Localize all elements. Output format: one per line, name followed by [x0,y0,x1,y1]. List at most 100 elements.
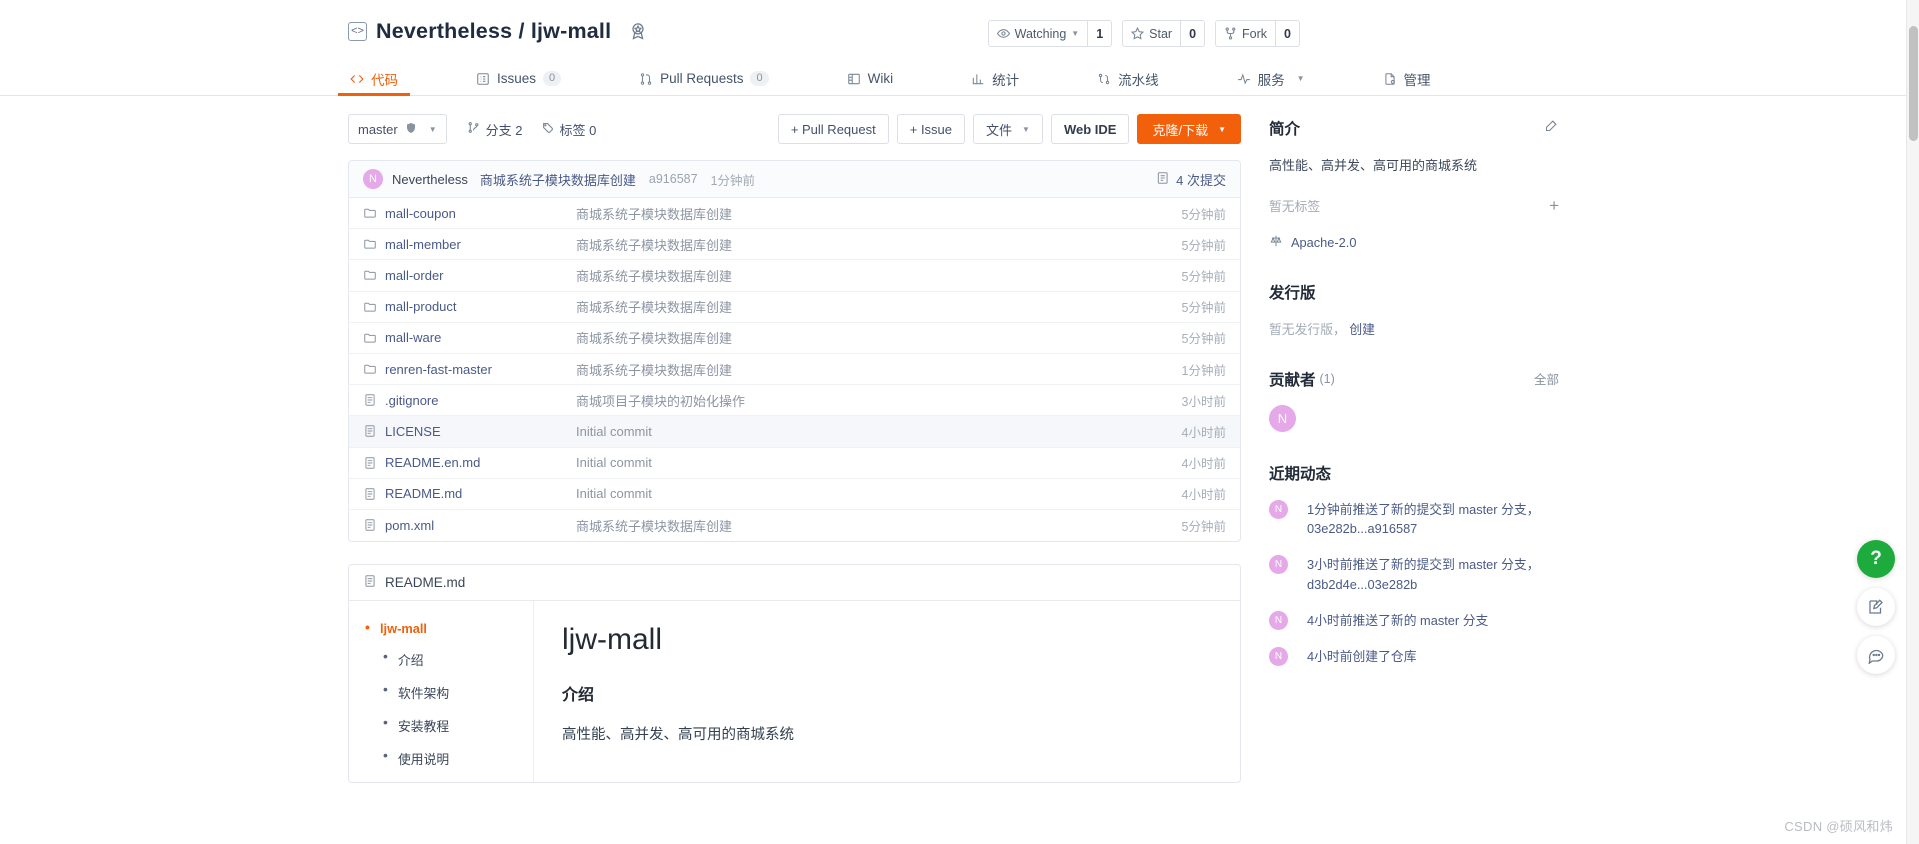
avatar[interactable]: N [1269,404,1296,432]
create-release-link[interactable]: 创建 [1349,322,1375,337]
file-link[interactable]: pom.xml [385,518,434,533]
tab-manage[interactable]: 管理 [1381,62,1433,95]
star-button[interactable]: Star [1122,20,1182,47]
table-row[interactable]: README.md Initial commit 4小时前 [349,479,1240,510]
readme-toc: ljw-mall 介绍软件架构安装教程使用说明 [349,601,534,783]
comment-icon[interactable] [1857,636,1895,674]
file-name-cell: mall-coupon [363,206,576,221]
branches-label: 分支 2 [485,122,523,138]
tab-pull-requests[interactable]: Pull Requests 0 [637,62,770,95]
file-link[interactable]: .gitignore [385,393,438,408]
repo-meta-links: 分支 2 标签 0 [467,120,596,139]
new-issue-button[interactable]: + Issue [896,114,966,144]
scale-icon [1269,234,1283,251]
web-ide-button[interactable]: Web IDE [1050,114,1130,144]
avatar[interactable]: N [363,169,383,189]
table-row[interactable]: mall-order 商城系统子模块数据库创建 5分钟前 [349,260,1240,292]
commit-author[interactable]: Nevertheless [392,172,468,187]
activity-text[interactable]: 1分钟前推送了新的提交到 master 分支，03e282b...a916587 [1307,500,1559,540]
readme-heading-2: 介绍 [562,687,595,705]
commit-message[interactable]: 商城系统子模块数据库创建 [480,170,636,189]
watch-count[interactable]: 1 [1088,20,1113,47]
table-row[interactable]: mall-ware 商城系统子模块数据库创建 5分钟前 [349,323,1240,354]
activity-text[interactable]: 3小时前推送了新的提交到 master 分支，d3b2d4e...03e282b [1307,555,1559,595]
file-commit-message: 商城项目子模块的初始化操作 [576,393,746,409]
fork-count[interactable]: 0 [1276,20,1300,47]
toc-item[interactable]: 软件架构 [383,681,533,702]
file-text-icon [363,574,377,591]
table-row[interactable]: README.en.md Initial commit 4小时前 [349,448,1240,479]
tab-pipeline[interactable]: 流水线 [1095,62,1161,95]
plus-icon[interactable]: + [1549,197,1559,214]
file-link[interactable]: README.md [385,486,462,501]
toc-item[interactable]: 介绍 [383,648,533,669]
file-link[interactable]: LICENSE [385,424,441,439]
repo-name[interactable]: ljw-mall [531,19,611,43]
file-commit-time: 5分钟前 [1181,269,1226,284]
repo-title-row: <> Nevertheless / ljw-mall [0,0,1919,62]
file-link[interactable]: mall-ware [385,330,441,345]
tags-link[interactable]: 标签 0 [541,120,596,139]
repo-owner[interactable]: Nevertheless [376,19,512,43]
file-link[interactable]: renren-fast-master [385,362,492,377]
contributors-all-link[interactable]: 全部 [1534,369,1559,388]
feedback-icon[interactable] [1857,588,1895,626]
file-link[interactable]: mall-coupon [385,206,456,221]
pipeline-icon [1097,72,1111,86]
table-row[interactable]: pom.xml 商城系统子模块数据库创建 5分钟前 [349,510,1240,541]
table-row[interactable]: renren-fast-master 商城系统子模块数据库创建 1分钟前 [349,354,1240,386]
readme-content: ljw-mall 介绍 高性能、高并发、高可用的商城系统 [534,601,1240,782]
table-row[interactable]: .gitignore 商城项目子模块的初始化操作 3小时前 [349,385,1240,417]
file-icon [363,393,377,407]
edit-icon[interactable] [1544,118,1559,138]
branch-selector[interactable]: master ▼ [348,114,447,144]
tab-wiki[interactable]: Wiki [845,62,896,95]
file-link[interactable]: mall-member [385,237,461,252]
activity-title: 近期动态 [1269,465,1332,483]
folder-icon [363,362,377,376]
scrollbar-thumb[interactable] [1909,26,1918,141]
table-row[interactable]: mall-product 商城系统子模块数据库创建 5分钟前 [349,292,1240,323]
chevron-down-icon: ▼ [1022,124,1030,134]
commit-sha[interactable]: a916587 [649,172,698,186]
tab-issues[interactable]: Issues 0 [474,62,563,95]
toc-item[interactable]: 安装教程 [383,714,533,735]
tab-services[interactable]: 服务 ▼ [1235,62,1307,95]
tab-statistics[interactable]: 统计 [969,62,1021,95]
tab-code[interactable]: 代码 [338,62,410,96]
page-scrollbar[interactable] [1906,0,1919,844]
file-name-cell: renren-fast-master [363,362,576,377]
contributors-title: 贡献者 (1) 全部 [1269,368,1559,390]
commit-count-link[interactable]: 4 次提交 [1156,170,1226,189]
watch-button[interactable]: Watching ▼ [987,20,1089,47]
files-dropdown-label: 文件 [986,122,1013,138]
file-link[interactable]: mall-order [385,268,444,283]
new-pull-request-button[interactable]: + Pull Request [777,114,889,144]
table-row[interactable]: mall-coupon 商城系统子模块数据库创建 5分钟前 [349,198,1240,230]
fork-button[interactable]: Fork [1215,20,1277,47]
branches-link[interactable]: 分支 2 [467,120,523,139]
files-dropdown-button[interactable]: 文件 ▼ [973,114,1043,144]
file-link[interactable]: mall-product [385,299,457,314]
releases-section: 发行版 暂无发行版， 创建 [1269,281,1559,338]
repo-toolbar: master ▼ 分支 2 标签 0 + Pull Request + Issu… [348,114,1241,144]
list-item: N 1分钟前推送了新的提交到 master 分支，03e282b...a91658… [1269,499,1559,540]
clone-download-button[interactable]: 克隆/下载 ▼ [1137,114,1241,144]
toc-item[interactable]: 使用说明 [383,747,533,768]
table-row[interactable]: mall-member 商城系统子模块数据库创建 5分钟前 [349,229,1240,261]
avatar[interactable]: N [1269,499,1288,519]
activity-section: 近期动态 N 1分钟前推送了新的提交到 master 分支，03e282b...a… [1269,462,1559,667]
activity-text[interactable]: 4小时前创建了仓库 [1307,647,1417,667]
avatar[interactable]: N [1269,555,1288,575]
eye-icon [996,27,1010,40]
avatar[interactable]: N [1269,610,1288,630]
avatar[interactable]: N [1269,646,1288,666]
readme-filename: README.md [385,575,466,591]
toc-item[interactable]: ljw-mall [365,619,533,636]
license-link[interactable]: Apache-2.0 [1269,234,1559,251]
activity-text[interactable]: 4小时前推送了新的 master 分支 [1307,611,1488,631]
star-count[interactable]: 0 [1181,20,1206,47]
file-link[interactable]: README.en.md [385,455,480,470]
help-icon[interactable]: ? [1857,540,1895,578]
table-row[interactable]: LICENSE Initial commit 4小时前 [349,416,1240,448]
